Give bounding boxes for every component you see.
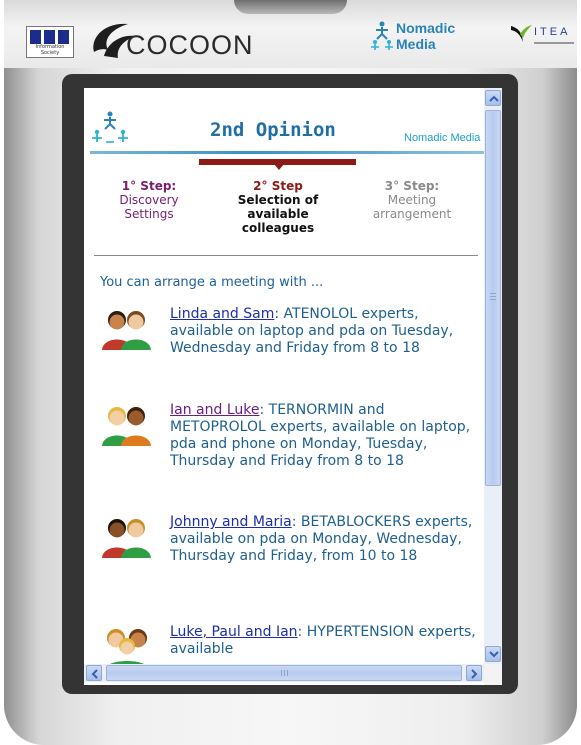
active-step-marker-icon xyxy=(274,164,284,170)
cocoon-wordmark: COCOON xyxy=(126,30,254,60)
media-word: Media xyxy=(396,36,436,52)
step-3: 3° Step: Meeting arrangement xyxy=(354,179,470,221)
colleague-link[interactable]: Linda and Sam xyxy=(170,306,274,322)
step-3-label: Meeting arrangement xyxy=(372,193,452,221)
pda-screen: 2nd Opinion Nomadic Media 1° Step: Disco… xyxy=(84,88,502,685)
colleague-description: Luke, Paul and Ian: HYPERTENSION experts… xyxy=(170,624,480,658)
chevron-left-icon xyxy=(91,669,98,679)
itea-logo: ITEA xyxy=(510,22,580,54)
itea-tagline-rule xyxy=(534,42,574,44)
device-header-strip: Information Society COCOON Nomadic Media xyxy=(4,0,577,68)
horizontal-scrollbar[interactable] xyxy=(84,664,484,682)
scroll-left-button[interactable] xyxy=(86,665,102,681)
itea-swoosh-icon xyxy=(511,25,532,42)
nomadic-media-wordmark: Nomadic Media xyxy=(396,20,455,52)
web-content: 2nd Opinion Nomadic Media 1° Step: Disco… xyxy=(84,88,484,664)
vertical-scroll-thumb[interactable] xyxy=(485,110,501,486)
nomadic-word: Nomadic xyxy=(396,20,456,36)
colleague-description: Ian and Luke: TERNORMIN and METOPROLOL e… xyxy=(170,402,480,470)
page-title: 2nd Opinion xyxy=(210,119,336,141)
two-people-icon xyxy=(102,407,151,446)
nomadic-media-logo: Nomadic Media xyxy=(370,20,466,60)
vertical-scrollbar[interactable] xyxy=(484,88,502,664)
brand-label: Nomadic Media xyxy=(404,132,481,144)
colleague-description: Johnny and Maria: BETABLOCKERS experts, … xyxy=(170,514,480,565)
device-top-notch xyxy=(234,0,347,14)
scroll-down-button[interactable] xyxy=(485,646,501,662)
scrollbar-corner xyxy=(484,664,502,685)
colleague-link[interactable]: Johnny and Maria xyxy=(170,514,292,530)
step-2-label: Selection of available colleagues xyxy=(237,193,319,235)
chevron-down-icon xyxy=(489,651,499,658)
step-2-active: 2° Step Selection of available colleague… xyxy=(222,179,334,235)
cocoon-logo: COCOON xyxy=(88,18,268,62)
banner-divider xyxy=(90,151,484,154)
step-1[interactable]: 1° Step: Discovery Settings xyxy=(94,179,204,221)
step-2-number: 2° Step xyxy=(253,179,303,193)
snowflake-people-logo-icon xyxy=(92,111,128,143)
steps-divider xyxy=(94,255,478,256)
step-1-number: 1° Step: xyxy=(121,179,177,193)
colleague-link[interactable]: Luke, Paul and Ian xyxy=(170,624,298,640)
two-people-icon xyxy=(102,311,151,350)
chevron-up-icon xyxy=(489,95,499,102)
three-people-icon xyxy=(107,629,147,664)
horizontal-scroll-thumb[interactable] xyxy=(106,665,462,681)
chevron-right-icon xyxy=(471,669,478,679)
scroll-up-button[interactable] xyxy=(485,90,501,106)
intro-text: You can arrange a meeting with ... xyxy=(100,275,324,290)
step-1-label: Discovery Settings xyxy=(119,193,179,221)
itea-wordmark: ITEA xyxy=(534,26,571,38)
nomadic-people-icon xyxy=(371,21,393,50)
information-society-caption: Information Society xyxy=(35,44,65,56)
information-society-logo: Information Society xyxy=(26,26,74,58)
two-people-icon xyxy=(102,519,151,558)
colleague-link[interactable]: Ian and Luke xyxy=(170,402,259,418)
app-banner: 2nd Opinion Nomadic Media xyxy=(84,88,484,160)
colleague-description: Linda and Sam: ATENOLOL experts, availab… xyxy=(170,306,480,357)
step-3-number: 3° Step: xyxy=(384,179,440,193)
scroll-right-button[interactable] xyxy=(466,665,482,681)
